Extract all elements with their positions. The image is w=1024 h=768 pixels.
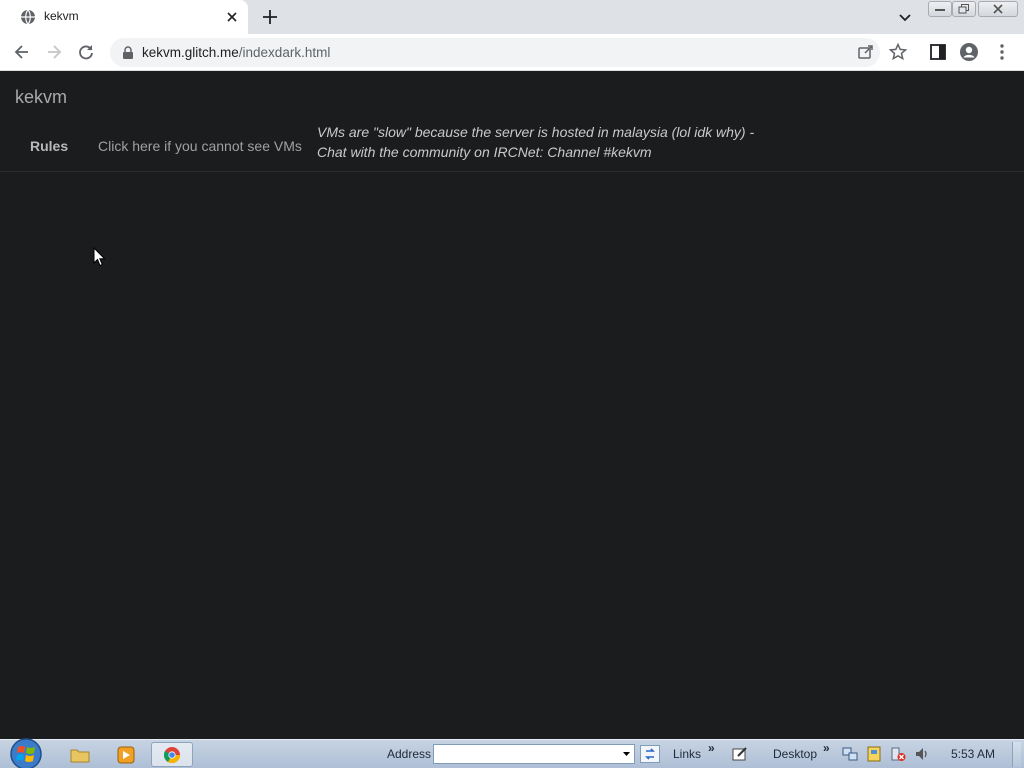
taskbar-clock[interactable]: 5:53 AM [951, 747, 995, 761]
tray-app-icon[interactable] [866, 746, 882, 762]
close-icon [993, 4, 1003, 14]
url-text: kekvm.glitch.me/indexdark.html [142, 45, 330, 60]
navbar: Rules Click here if you cannot see VMs V… [0, 116, 1024, 172]
security-alert-icon[interactable] [890, 746, 906, 762]
restore-icon [958, 4, 969, 14]
url-path: /indexdark.html [238, 45, 331, 60]
nav-rules-link[interactable]: Rules [30, 138, 68, 154]
reload-icon[interactable] [76, 42, 96, 62]
taskbar-address-input[interactable] [433, 744, 635, 764]
close-tab-icon[interactable] [224, 9, 240, 25]
site-brand[interactable]: kekvm [15, 87, 67, 108]
taskbar-explorer-button[interactable] [59, 742, 101, 767]
chevron-down-icon[interactable] [896, 8, 914, 26]
folder-icon [70, 749, 90, 762]
tab-title: kekvm [44, 9, 79, 23]
star-icon[interactable] [888, 42, 908, 62]
forward-arrow-icon[interactable] [44, 42, 64, 62]
address-bar[interactable]: kekvm.glitch.me/indexdark.html [110, 38, 880, 67]
server-notice: VMs are "slow" because the server is hos… [317, 122, 754, 162]
chrome-icon [163, 746, 181, 763]
profile-avatar-icon[interactable] [959, 42, 979, 62]
globe-icon [21, 9, 35, 25]
network-icon[interactable] [842, 746, 858, 762]
tab-strip: kekvm [0, 0, 1024, 34]
page-content: kekvm Rules Click here if you cannot see… [0, 71, 1024, 739]
browser-toolbar: kekvm.glitch.me/indexdark.html [0, 34, 1024, 71]
address-dropdown-icon[interactable] [619, 745, 634, 763]
url-host: kekvm.glitch.me [142, 45, 239, 60]
taskbar-chrome-button[interactable] [151, 742, 193, 767]
lock-icon [123, 46, 133, 59]
taskbar-desktop-label[interactable]: Desktop [773, 747, 817, 761]
taskbar-links-label[interactable]: Links [673, 747, 701, 761]
mouse-cursor-icon [93, 247, 106, 267]
new-tab-icon[interactable] [260, 7, 280, 27]
tab-kekvm[interactable]: kekvm [0, 0, 248, 34]
show-desktop-button[interactable] [1012, 742, 1021, 767]
address-go-icon[interactable] [640, 745, 660, 763]
taskbar-address-label: Address [387, 747, 432, 761]
notice-line-1: VMs are "slow" because the server is hos… [317, 124, 755, 140]
pen-edit-icon[interactable] [732, 746, 748, 762]
media-player-icon [117, 746, 135, 763]
taskbar: Address Links » Desktop » 5:53 AM [0, 737, 1024, 768]
minimize-icon [935, 9, 945, 11]
links-chevron[interactable]: » [708, 741, 715, 755]
minimize-button[interactable] [928, 1, 952, 17]
windows-start-icon[interactable] [8, 737, 44, 768]
nav-cannot-see-vms-link[interactable]: Click here if you cannot see VMs [98, 138, 302, 154]
window-close-button[interactable] [978, 1, 1018, 17]
taskbar-media-player-button[interactable] [105, 742, 147, 767]
share-icon[interactable] [856, 42, 876, 62]
desktop-chevron[interactable]: » [823, 741, 830, 755]
back-arrow-icon[interactable] [12, 42, 32, 62]
kebab-menu-icon[interactable] [992, 42, 1012, 62]
notice-line-2: Chat with the community on IRCNet: Chann… [317, 144, 652, 160]
restore-button[interactable] [952, 1, 976, 17]
volume-icon[interactable] [914, 746, 930, 762]
side-panel-icon[interactable] [928, 42, 948, 62]
